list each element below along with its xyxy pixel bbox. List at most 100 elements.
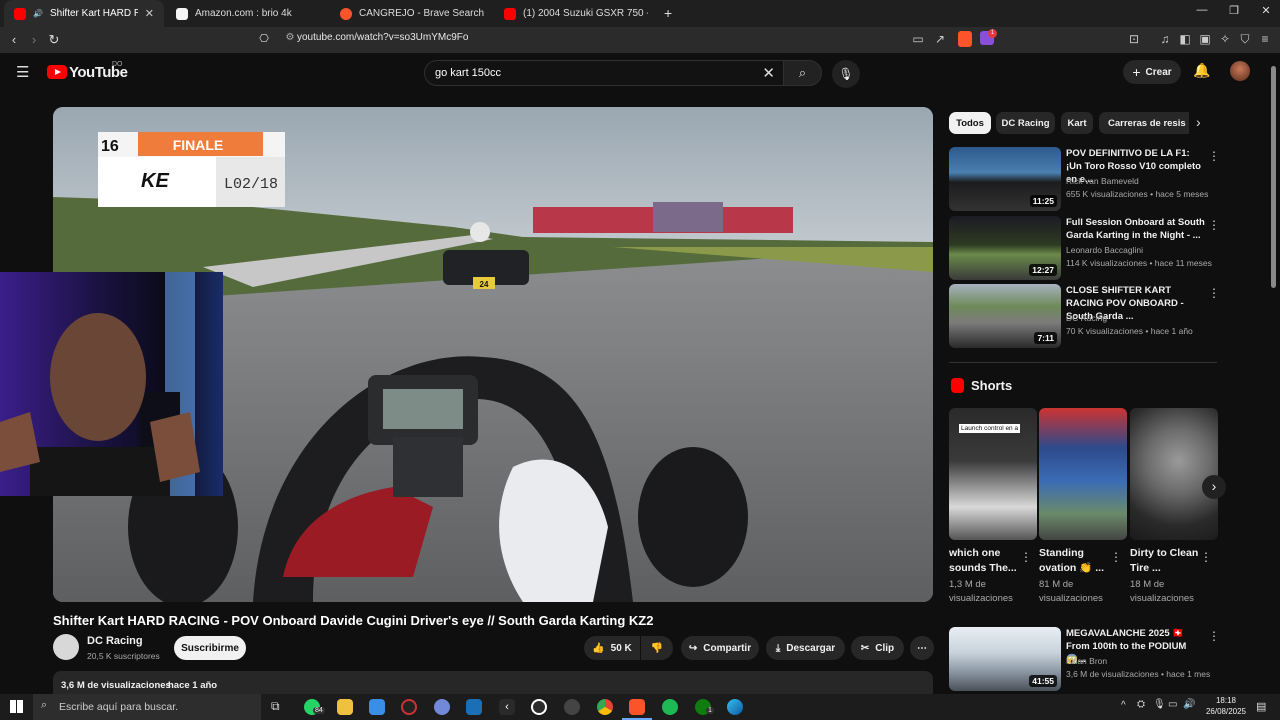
short-item[interactable]: Dirty to Clean Tire ... 18 M de visualiz…: [1130, 408, 1218, 606]
youtube-logo-icon[interactable]: [47, 65, 67, 79]
recommendation-item[interactable]: 11:25 POV DEFINITIVO DE LA F1: ¡Un Toro …: [949, 147, 1220, 211]
subscribe-button[interactable]: Suscribirme: [174, 636, 246, 660]
edge-icon[interactable]: [727, 699, 743, 715]
reload-icon[interactable]: ↻: [46, 32, 62, 48]
recommendation-item[interactable]: 41:55 MEGAVALANCHE 2025 🇨🇭 From 100th to…: [949, 627, 1220, 691]
chips-next-icon[interactable]: ›: [1196, 114, 1201, 130]
search-button[interactable]: ⌕: [783, 60, 822, 86]
more-actions-button[interactable]: ⋯: [910, 636, 934, 660]
chip-kart[interactable]: Kart: [1061, 112, 1093, 134]
more-vertical-icon[interactable]: ⋮: [1208, 629, 1220, 643]
tab-title: CANGREJO - Brave Search: [359, 8, 484, 19]
share-button[interactable]: ↪ Compartir: [681, 636, 759, 660]
tab-amazon[interactable]: Amazon.com : brio 4k: [166, 0, 330, 27]
leo-ai-icon[interactable]: ✧: [1217, 32, 1233, 46]
microsoft-store-icon[interactable]: [369, 699, 385, 715]
voice-search-button[interactable]: 🎙: [832, 60, 860, 88]
short-item[interactable]: Launch control en a which one sounds The…: [949, 408, 1037, 606]
channel-name[interactable]: DC Racing: [87, 635, 143, 647]
brave-icon[interactable]: [629, 699, 645, 715]
cast-icon[interactable]: ▭: [910, 32, 926, 46]
video-thumbnail[interactable]: 11:25: [949, 147, 1061, 211]
steam-icon[interactable]: [466, 699, 482, 715]
volume-icon[interactable]: 🔊: [1183, 699, 1195, 710]
channel-avatar[interactable]: [53, 634, 79, 660]
recommendation-channel: Leonardo Baccaglini: [1066, 245, 1144, 255]
minimize-icon[interactable]: —: [1192, 4, 1212, 16]
forward-icon[interactable]: ›: [26, 32, 42, 47]
short-item[interactable]: Standing ovation 👏 ... 81 M de visualiza…: [1039, 408, 1127, 606]
vpn-icon[interactable]: ⛉: [1237, 32, 1253, 47]
video-thumbnail[interactable]: 7:11: [949, 284, 1061, 348]
shorts-next-button[interactable]: ›: [1202, 475, 1226, 499]
short-thumbnail[interactable]: Launch control en a: [949, 408, 1037, 540]
short-thumbnail[interactable]: [1130, 408, 1218, 540]
tray-app-icon[interactable]: ⛭: [1137, 699, 1145, 710]
more-vertical-icon[interactable]: ⋮: [1208, 149, 1220, 163]
short-views: 81 M de visualizaciones: [1039, 579, 1103, 604]
file-explorer-icon[interactable]: [337, 699, 353, 715]
like-button[interactable]: 👍 50 K: [584, 636, 640, 660]
url-field[interactable]: youtube.com/watch?v=so3UmYMc9Fo: [297, 32, 468, 43]
more-vertical-icon[interactable]: ⋮: [1200, 550, 1212, 564]
avatar[interactable]: [1230, 61, 1250, 81]
new-tab-icon[interactable]: +: [664, 5, 672, 21]
tab-youtube-suzuki[interactable]: (1) 2004 Suzuki GSXR 750 - Start up a: [494, 0, 658, 27]
discord-icon[interactable]: [434, 699, 450, 715]
settings-icon[interactable]: [564, 699, 580, 715]
capcut-icon[interactable]: [531, 699, 547, 715]
site-info-icon[interactable]: ⚙: [282, 32, 298, 43]
notification-center-icon[interactable]: ▤: [1256, 700, 1266, 713]
bookmark-icon[interactable]: ⎔: [256, 32, 272, 45]
more-vertical-icon[interactable]: ⋮: [1208, 286, 1220, 300]
spotify-icon[interactable]: [662, 699, 678, 715]
more-vertical-icon[interactable]: ⋮: [1110, 550, 1122, 564]
recommendation-item[interactable]: 12:27 Full Session Onboard at South Gard…: [949, 216, 1220, 280]
tab-brave-search[interactable]: CANGREJO - Brave Search: [330, 0, 494, 27]
hud-position: 16: [101, 138, 119, 155]
video-thumbnail[interactable]: 41:55: [949, 627, 1061, 691]
windows-start-icon[interactable]: [10, 700, 23, 713]
page-scrollbar[interactable]: [1271, 66, 1276, 288]
speaker-icon[interactable]: 🔊: [33, 9, 43, 18]
download-button[interactable]: ⤓ Descargar: [766, 636, 845, 660]
back-icon[interactable]: ‹: [6, 32, 22, 47]
chrome-icon[interactable]: [597, 699, 613, 715]
sidebar-icon[interactable]: ◧: [1177, 32, 1193, 46]
search-input[interactable]: go kart 150cc ✕: [424, 60, 784, 86]
task-view-icon[interactable]: ⧉: [271, 699, 280, 714]
clock-time[interactable]: 18:18: [1206, 696, 1246, 705]
restore-icon[interactable]: ❐: [1224, 4, 1244, 17]
recommendation-item[interactable]: 7:11 CLOSE SHIFTER KART RACING POV ONBOA…: [949, 284, 1220, 348]
short-thumbnail[interactable]: [1039, 408, 1127, 540]
tab-youtube-shifter[interactable]: 🔊 Shifter Kart HARD RACING - F ✕: [4, 0, 164, 27]
media-icon[interactable]: ♫: [1157, 32, 1173, 46]
epic-games-icon[interactable]: ‹: [499, 699, 515, 715]
brave-shields-icon[interactable]: [958, 31, 972, 47]
more-vertical-icon[interactable]: ⋮: [1020, 550, 1032, 564]
chip-all[interactable]: Todos: [949, 112, 991, 134]
chip-endurance[interactable]: Carreras de resis: [1099, 112, 1189, 134]
close-window-icon[interactable]: ✕: [1256, 4, 1276, 17]
create-button[interactable]: + Crear: [1123, 60, 1181, 84]
chip-dc-racing[interactable]: DC Racing: [996, 112, 1055, 134]
hamburger-menu-icon[interactable]: ☰: [16, 63, 29, 81]
youtube-icon: [504, 7, 516, 20]
tray-microphone-icon[interactable]: 🎙: [1153, 699, 1166, 710]
dislike-button[interactable]: 👎: [641, 636, 673, 660]
screenshot-icon[interactable]: ⊡: [1126, 32, 1142, 46]
obs-icon[interactable]: [401, 699, 417, 715]
clip-button[interactable]: ✂ Clip: [851, 636, 904, 660]
share-icon[interactable]: ↗: [932, 32, 948, 46]
clear-search-icon[interactable]: ✕: [762, 64, 775, 82]
video-thumbnail[interactable]: 12:27: [949, 216, 1061, 280]
network-icon[interactable]: ▭: [1168, 699, 1177, 710]
tray-chevron-icon[interactable]: ^: [1121, 700, 1126, 711]
clock-date[interactable]: 26/08/2025: [1200, 707, 1252, 716]
wallet-icon[interactable]: ▣: [1197, 32, 1213, 46]
more-vertical-icon[interactable]: ⋮: [1208, 218, 1220, 232]
taskbar-search[interactable]: ⌕ Escribe aquí para buscar.: [33, 694, 261, 720]
menu-icon[interactable]: ≡: [1257, 32, 1273, 46]
notifications-bell-icon[interactable]: 🔔: [1193, 62, 1210, 79]
close-tab-icon[interactable]: ✕: [145, 7, 154, 20]
